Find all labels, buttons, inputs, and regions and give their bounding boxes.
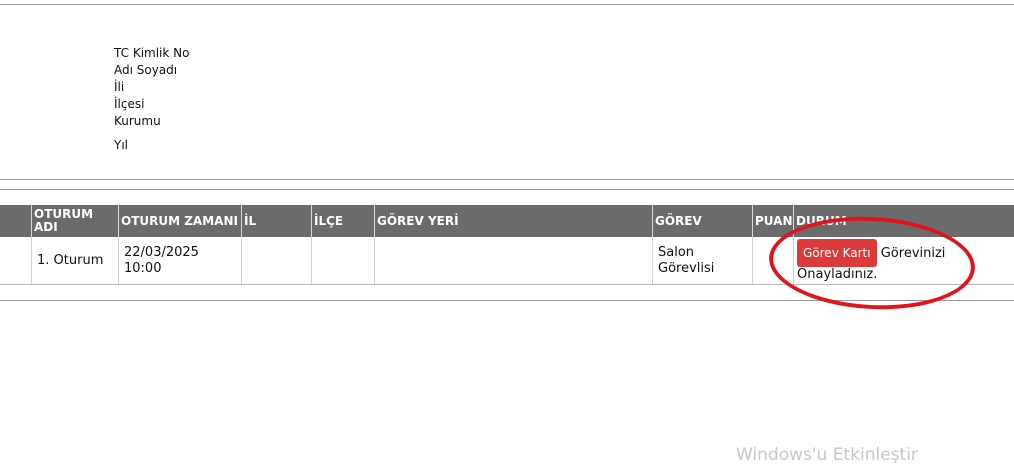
cell-il [241,237,311,284]
duty-line-1: Salon [658,244,695,260]
header-durum: DURUM [793,205,1011,237]
year-label: Yıl [114,138,128,152]
header-oturum-zamani: OTURUM ZAMANI [118,205,241,237]
header-ilce: İLÇE [311,205,374,237]
windows-activation-watermark: Windows'u Etkinleştir [736,445,918,465]
session-time: 10:00 [124,260,162,276]
district-label: İlçesi [114,97,145,111]
duty-card-button[interactable]: Görev Kartı [797,239,877,267]
session-name: 1. Oturum [37,252,104,268]
cell-durum: Görev Kartı Görevinizi Onayladınız. [793,237,1011,284]
cell-gorev: Salon Görevlisi [652,237,752,284]
person-info: TC Kimlik No Adı Soyadı İli İlçesi Kurum… [114,45,189,130]
cell-oturum-zamani: 22/03/2025 10:00 [118,237,241,284]
province-label: İli [114,80,125,94]
divider-1 [0,179,1014,180]
cell-ilce [311,237,374,284]
cell-gorev-yeri [374,237,652,284]
header-gorev-yeri: GÖREV YERİ [374,205,652,237]
session-date: 22/03/2025 [124,244,199,260]
top-divider [0,4,1014,5]
name-label: Adı Soyadı [114,63,178,77]
header-gorev: GÖREV [652,205,752,237]
cell-puan [752,237,793,284]
table-header: OTURUM ADI OTURUM ZAMANI İL İLÇE GÖREV Y… [0,205,1014,237]
table-row: 1. Oturum 22/03/2025 10:00 Salon Görevli… [0,237,1014,285]
bottom-divider [0,300,1014,301]
duty-line-2: Görevlisi [658,260,715,276]
tc-label: TC Kimlik No [114,46,190,60]
cell-oturum-adi: 1. Oturum [31,237,118,284]
divider-2 [0,189,1014,190]
header-oturum-adi: OTURUM ADI [31,205,118,237]
header-il: İL [241,205,311,237]
institution-label: Kurumu [114,114,161,128]
header-puan: PUAN [752,205,793,237]
